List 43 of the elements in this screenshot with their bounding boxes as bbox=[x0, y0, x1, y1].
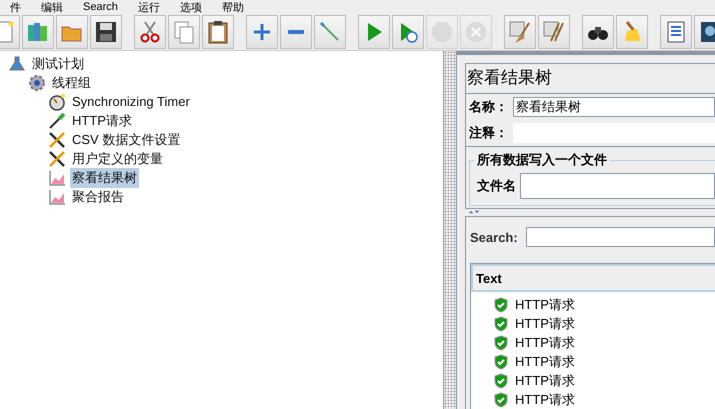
name-field[interactable]: 察看结果树 bbox=[513, 97, 715, 117]
tree-item[interactable]: Synchronizing Timer bbox=[70, 93, 192, 110]
menu-item[interactable]: Search bbox=[73, 1, 128, 13]
toolbar-button[interactable] bbox=[202, 15, 234, 49]
result-item[interactable]: HTTP请求 bbox=[515, 390, 575, 408]
toolbar-button[interactable] bbox=[582, 15, 614, 49]
gear-icon bbox=[28, 74, 46, 92]
menu-item[interactable]: 编辑 bbox=[31, 0, 73, 14]
stopwatch-icon bbox=[48, 92, 66, 110]
tree-item[interactable]: 聚合报告 bbox=[70, 186, 126, 206]
graph-icon bbox=[48, 188, 66, 206]
pipette-icon bbox=[48, 112, 66, 130]
search-field[interactable] bbox=[526, 227, 715, 247]
tree-item[interactable]: 线程组 bbox=[50, 72, 93, 92]
panel-title: 察看结果树 bbox=[466, 67, 553, 89]
tree-item[interactable]: 测试计划 bbox=[30, 54, 86, 74]
tree-item[interactable]: CSV 数据文件设置 bbox=[70, 130, 182, 150]
result-item[interactable]: HTTP请求 bbox=[515, 296, 575, 314]
toolbar-button[interactable] bbox=[660, 15, 692, 49]
filename-field[interactable] bbox=[520, 173, 715, 199]
graph-icon bbox=[48, 168, 66, 186]
flask-icon bbox=[8, 54, 26, 72]
group-title: 所有数据写入一个文件 bbox=[476, 151, 608, 169]
field-label: 注释： bbox=[468, 124, 509, 142]
octagon-x-icon bbox=[463, 19, 489, 45]
tree-item[interactable]: HTTP请求 bbox=[70, 110, 134, 130]
field-label: 文件名 bbox=[476, 177, 516, 195]
menu-item[interactable]: 运行 bbox=[128, 0, 170, 14]
result-item[interactable]: HTTP请求 bbox=[515, 372, 575, 390]
result-item[interactable]: HTTP请求 bbox=[515, 334, 575, 352]
tree-item[interactable]: 用户定义的变量 bbox=[70, 148, 165, 168]
menu-item[interactable]: 帮助 bbox=[212, 0, 254, 14]
menu-item[interactable]: 选项 bbox=[170, 0, 212, 14]
menu-item[interactable]: 件 bbox=[0, 0, 31, 14]
toolbar-button[interactable] bbox=[90, 15, 122, 49]
minus-icon bbox=[288, 30, 304, 34]
result-item[interactable]: HTTP请求 bbox=[515, 352, 575, 370]
field-label: 名称： bbox=[468, 98, 509, 116]
splitter[interactable] bbox=[444, 51, 457, 409]
search-label: Search: bbox=[470, 230, 518, 244]
tree-item[interactable]: 察看结果树 bbox=[70, 168, 139, 188]
column-header: Text bbox=[471, 264, 715, 292]
result-item[interactable]: HTTP请求 bbox=[515, 314, 575, 332]
